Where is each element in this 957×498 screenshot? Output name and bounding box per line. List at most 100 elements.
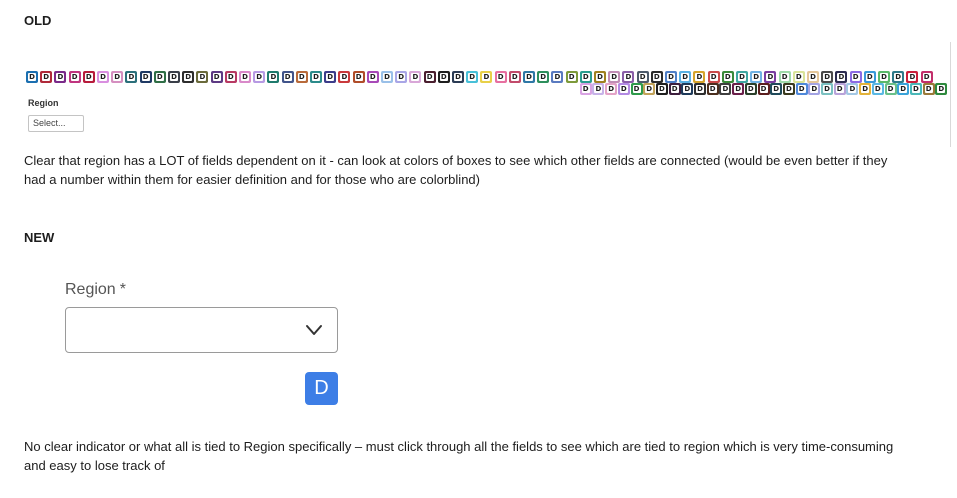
- dependency-badge[interactable]: D: [239, 71, 251, 83]
- dependency-badge[interactable]: D: [605, 83, 618, 95]
- dependency-badge[interactable]: D: [920, 71, 933, 83]
- dependency-badge[interactable]: D: [821, 71, 834, 83]
- dependency-badge[interactable]: D: [846, 83, 859, 95]
- dependency-badge[interactable]: D: [617, 83, 630, 95]
- dependency-badge[interactable]: D: [551, 71, 564, 83]
- badge-letter: D: [823, 85, 831, 93]
- dependency-badge[interactable]: D: [26, 71, 38, 83]
- dependency-badge[interactable]: D: [835, 71, 848, 83]
- dependency-badge[interactable]: D: [719, 83, 732, 95]
- dependency-badge[interactable]: D: [922, 83, 935, 95]
- dependency-badge[interactable]: D: [744, 83, 757, 95]
- dependency-badge[interactable]: D: [608, 71, 621, 83]
- dependency-badge[interactable]: D: [305, 372, 338, 405]
- badge-letter: D: [851, 73, 860, 81]
- old-region-select[interactable]: Select...: [28, 115, 84, 132]
- dependency-badge[interactable]: D: [892, 71, 905, 83]
- dependency-badge[interactable]: D: [878, 71, 890, 83]
- dependency-badge[interactable]: D: [579, 83, 592, 95]
- dependency-badge[interactable]: D: [630, 83, 643, 95]
- dependency-badge[interactable]: D: [537, 71, 550, 83]
- dependency-badge[interactable]: D: [125, 71, 138, 83]
- dependency-badge[interactable]: D: [778, 71, 791, 83]
- chevron-down-icon[interactable]: [305, 323, 323, 337]
- dependency-badge[interactable]: D: [111, 71, 124, 83]
- dependency-badge[interactable]: D: [736, 71, 748, 83]
- dependency-badge[interactable]: D: [863, 71, 876, 83]
- dependency-badge[interactable]: D: [807, 71, 819, 83]
- dependency-badge[interactable]: D: [338, 71, 351, 83]
- dependency-badge[interactable]: D: [97, 71, 109, 83]
- dependency-badge[interactable]: D: [884, 83, 897, 95]
- dependency-badge[interactable]: D: [849, 71, 862, 83]
- dependency-badge[interactable]: D: [655, 83, 668, 95]
- dependency-badge[interactable]: D: [466, 71, 479, 83]
- dependency-badge[interactable]: D: [324, 71, 337, 83]
- dependency-badge[interactable]: D: [508, 71, 521, 83]
- dependency-badge[interactable]: D: [770, 83, 783, 95]
- dependency-badge[interactable]: D: [210, 71, 223, 83]
- dependency-badge[interactable]: D: [295, 71, 308, 83]
- dependency-badge[interactable]: D: [68, 71, 81, 83]
- dependency-badge[interactable]: D: [366, 71, 379, 83]
- dependency-badge[interactable]: D: [409, 71, 422, 83]
- dependency-badge[interactable]: D: [935, 83, 948, 95]
- dependency-badge[interactable]: D: [650, 71, 663, 83]
- dependency-badge[interactable]: D: [859, 83, 872, 95]
- dependency-badge[interactable]: D: [821, 83, 833, 95]
- dependency-badge[interactable]: D: [694, 83, 706, 95]
- dependency-badge[interactable]: D: [792, 71, 805, 83]
- dependency-badge[interactable]: D: [54, 71, 67, 83]
- dependency-badge[interactable]: D: [40, 71, 53, 83]
- dependency-badge[interactable]: D: [182, 71, 195, 83]
- dependency-badge[interactable]: D: [224, 71, 237, 83]
- dependency-badge[interactable]: D: [592, 83, 605, 95]
- dependency-badge[interactable]: D: [706, 83, 719, 95]
- dependency-badge[interactable]: D: [764, 71, 777, 83]
- dependency-badge[interactable]: D: [168, 71, 180, 83]
- dependency-badge[interactable]: D: [622, 71, 635, 83]
- dependency-badge[interactable]: D: [594, 71, 606, 83]
- dependency-badge[interactable]: D: [579, 71, 592, 83]
- dependency-badge[interactable]: D: [721, 71, 734, 83]
- dependency-badge[interactable]: D: [750, 71, 763, 83]
- dependency-badge[interactable]: D: [636, 71, 649, 83]
- dependency-badge[interactable]: D: [693, 71, 706, 83]
- dependency-badge[interactable]: D: [833, 83, 846, 95]
- dependency-badge[interactable]: D: [352, 71, 365, 83]
- dependency-badge[interactable]: D: [757, 83, 770, 95]
- dependency-badge[interactable]: D: [808, 83, 821, 95]
- dependency-badge[interactable]: D: [871, 83, 884, 95]
- dependency-badge[interactable]: D: [909, 83, 922, 95]
- dependency-badge[interactable]: D: [707, 71, 720, 83]
- badge-letter: D: [638, 73, 647, 81]
- dependency-badge[interactable]: D: [480, 71, 493, 83]
- dependency-badge[interactable]: D: [643, 83, 656, 95]
- dependency-badge[interactable]: D: [523, 71, 535, 83]
- dependency-badge[interactable]: D: [281, 71, 294, 83]
- dependency-badge[interactable]: D: [423, 71, 436, 83]
- dependency-badge[interactable]: D: [452, 71, 464, 83]
- dependency-badge[interactable]: D: [196, 71, 209, 83]
- dependency-badge[interactable]: D: [906, 71, 919, 83]
- dependency-badge[interactable]: D: [494, 71, 507, 83]
- dependency-badge[interactable]: D: [681, 83, 694, 95]
- dependency-badge[interactable]: D: [897, 83, 910, 95]
- dependency-badge[interactable]: D: [153, 71, 166, 83]
- dependency-badge[interactable]: D: [782, 83, 795, 95]
- dependency-badge[interactable]: D: [253, 71, 266, 83]
- dependency-badge[interactable]: D: [310, 71, 322, 83]
- dependency-badge[interactable]: D: [668, 83, 681, 95]
- dependency-badge[interactable]: D: [565, 71, 578, 83]
- dependency-badge[interactable]: D: [267, 71, 280, 83]
- dependency-badge[interactable]: D: [732, 83, 745, 95]
- new-region-select[interactable]: [65, 307, 338, 353]
- dependency-badge[interactable]: D: [381, 71, 393, 83]
- dependency-badge[interactable]: D: [665, 71, 677, 83]
- dependency-badge[interactable]: D: [437, 71, 450, 83]
- dependency-badge[interactable]: D: [395, 71, 408, 83]
- dependency-badge[interactable]: D: [82, 71, 95, 83]
- dependency-badge[interactable]: D: [139, 71, 152, 83]
- dependency-badge[interactable]: D: [679, 71, 692, 83]
- dependency-badge[interactable]: D: [795, 83, 808, 95]
